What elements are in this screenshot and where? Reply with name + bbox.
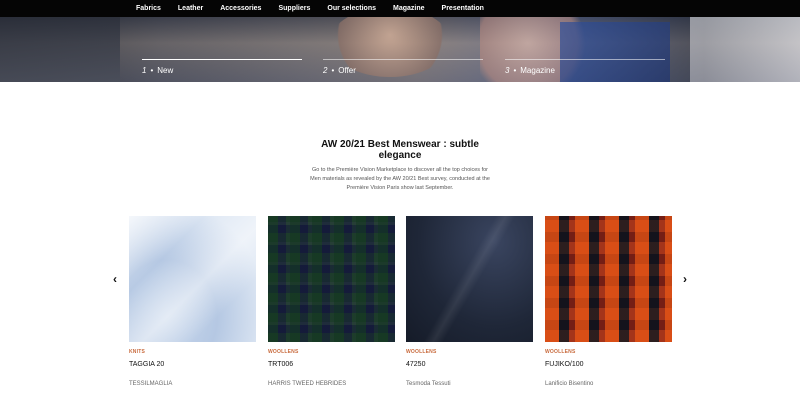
- nav-menu: Fabrics Leather Accessories Suppliers Ou…: [136, 0, 501, 17]
- nav-item-fabrics[interactable]: Fabrics: [136, 5, 161, 12]
- product-category: KNITS: [129, 349, 145, 355]
- product-supplier[interactable]: TESSILMAGLIA: [129, 381, 172, 387]
- hero-image-part: [0, 17, 120, 82]
- hero-tab-progress: [323, 59, 483, 60]
- product-name[interactable]: TAGGIA 20: [129, 361, 164, 368]
- hero-tab-label: 2 • Offer: [323, 66, 356, 75]
- hero-tab-label: 3 • Magazine: [505, 66, 555, 75]
- product-image[interactable]: [545, 216, 672, 342]
- hero-tabs: 1 • New 2 • Offer 3 • Magazine: [142, 59, 672, 79]
- hero-tab-number: 3: [505, 66, 510, 75]
- product-category: WOOLLENS: [406, 349, 437, 355]
- product-image[interactable]: [129, 216, 256, 342]
- hero-banner: 1 • New 2 • Offer 3 • Magazine: [0, 17, 800, 82]
- hero-tab-text: Offer: [338, 66, 356, 75]
- hero-tab-dot: •: [513, 66, 517, 75]
- product-card[interactable]: WOOLLENS TRT006 HARRIS TWEED HEBRIDES: [268, 216, 395, 406]
- section-title: AW 20/21 Best Menswear : subtle elegance: [321, 139, 479, 161]
- product-supplier[interactable]: Lanificio Bisentino: [545, 381, 593, 387]
- hero-tab-label: 1 • New: [142, 66, 173, 75]
- hero-tab-dot: •: [331, 66, 335, 75]
- product-name[interactable]: FUJIKO/100: [545, 361, 584, 368]
- hero-tab-text: New: [157, 66, 174, 75]
- chevron-left-icon[interactable]: ‹: [110, 272, 120, 286]
- product-image[interactable]: [268, 216, 395, 342]
- product-card[interactable]: WOOLLENS 47250 Tesmoda Tessuti: [406, 216, 533, 406]
- hero-tab-text: Magazine: [520, 66, 555, 75]
- hero-tab-number: 1: [142, 66, 147, 75]
- product-supplier[interactable]: Tesmoda Tessuti: [406, 381, 451, 387]
- product-card[interactable]: WOOLLENS FUJIKO/100 Lanificio Bisentino: [545, 216, 672, 406]
- nav-item-presentation[interactable]: Presentation: [442, 5, 484, 12]
- hero-image-part: [690, 17, 800, 82]
- nav-item-leather[interactable]: Leather: [178, 5, 203, 12]
- top-navigation: Fabrics Leather Accessories Suppliers Ou…: [0, 0, 800, 17]
- nav-item-suppliers[interactable]: Suppliers: [278, 5, 310, 12]
- product-card[interactable]: KNITS TAGGIA 20 TESSILMAGLIA: [129, 216, 256, 406]
- product-image[interactable]: [406, 216, 533, 342]
- hero-tab-progress: [505, 59, 665, 60]
- product-category: WOOLLENS: [545, 349, 576, 355]
- nav-item-our-selections[interactable]: Our selections: [327, 5, 376, 12]
- chevron-right-icon[interactable]: ›: [680, 272, 690, 286]
- nav-item-magazine[interactable]: Magazine: [393, 5, 425, 12]
- product-category: WOOLLENS: [268, 349, 299, 355]
- hero-tab-progress: [142, 59, 302, 60]
- hero-tab-dot: •: [150, 66, 154, 75]
- product-supplier[interactable]: HARRIS TWEED HEBRIDES: [268, 381, 346, 387]
- hero-tab-number: 2: [323, 66, 328, 75]
- nav-item-accessories[interactable]: Accessories: [220, 5, 261, 12]
- section-description: Go to the Première Vision Marketplace to…: [310, 167, 490, 192]
- product-name[interactable]: 47250: [406, 361, 425, 368]
- product-name[interactable]: TRT006: [268, 361, 293, 368]
